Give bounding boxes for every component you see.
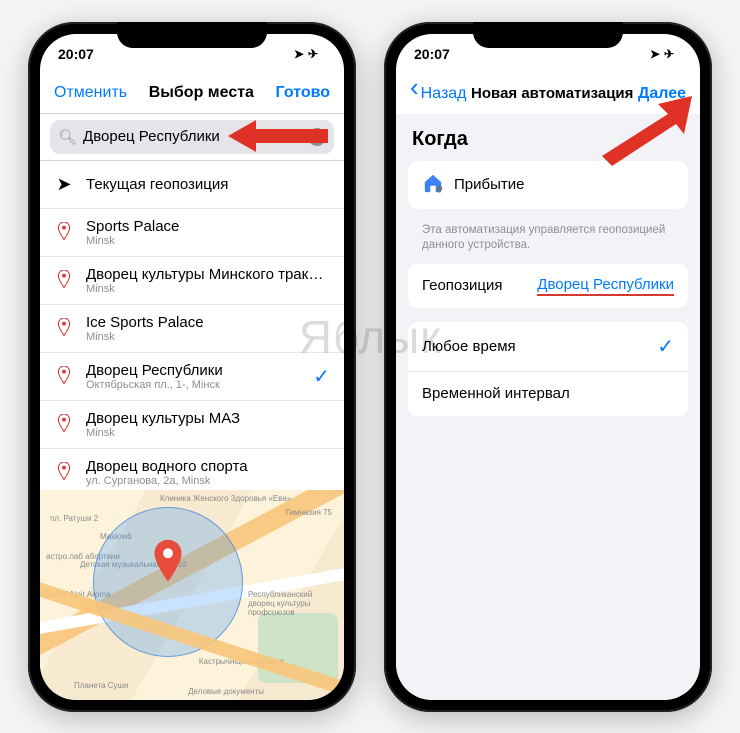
geoposition-label: Геопозиция <box>422 277 502 294</box>
back-button[interactable]: Назад <box>410 85 467 103</box>
map-label: Деловые документы <box>188 687 264 696</box>
checkmark-icon: ✓ <box>313 364 330 389</box>
location-icon: ➤ <box>650 47 660 61</box>
geoposition-row[interactable]: Геопозиция Дворец Республики <box>408 264 688 308</box>
pin-icon <box>54 462 74 482</box>
chevron-left-icon <box>410 85 419 103</box>
list-item[interactable]: Дворец водного спорта ул. Сурганова, 2а,… <box>40 449 344 490</box>
pin-icon <box>54 222 74 242</box>
result-subtitle: ул. Сурганова, 2а, Minsk <box>86 475 330 487</box>
list-item[interactable]: Дворец культуры Минского тракторног… Min… <box>40 257 344 305</box>
airplane-icon: ✈︎ <box>308 47 318 61</box>
next-button[interactable]: Далее <box>638 85 686 103</box>
result-subtitle: Minsk <box>86 331 330 343</box>
pin-icon <box>54 318 74 338</box>
arrival-card: Прибытие <box>408 161 688 209</box>
status-icons: ➤ ✈︎ <box>294 47 326 61</box>
result-title: Ice Sports Palace <box>86 314 330 331</box>
arrival-row[interactable]: Прибытие <box>408 161 688 209</box>
arrival-label: Прибытие <box>454 176 524 193</box>
nav-bar: Назад Новая автоматизация Далее <box>396 74 700 114</box>
arrival-footnote: Эта автоматизация управляется геопозицие… <box>396 223 700 264</box>
when-heading: Когда <box>396 114 700 161</box>
result-title: Дворец водного спорта <box>86 458 330 475</box>
search-icon: 🔍︎ <box>58 128 77 146</box>
search-input[interactable] <box>83 128 302 145</box>
map-pin-icon <box>153 540 183 587</box>
pin-icon <box>54 366 74 386</box>
map-label: Планета Суши <box>74 681 128 690</box>
map-preview[interactable]: Клиника Женского Здоровья «Ева» пл. Рату… <box>40 490 344 700</box>
result-subtitle: Minsk <box>86 427 330 439</box>
screen-right: 20:07 ➤ ✈︎ Назад Новая автомат <box>396 34 700 700</box>
result-subtitle: Октябрьская пл., 1-, Мінск <box>86 379 301 391</box>
phone-right: 20:07 ➤ ✈︎ Назад Новая автомат <box>384 22 712 712</box>
checkmark-icon: ✓ <box>657 334 674 359</box>
map-label: Клиника Женского Здоровья «Ева» <box>160 494 291 503</box>
time-range-label: Временной интервал <box>422 385 570 402</box>
geoposition-value: Дворец Республики <box>537 276 674 296</box>
current-location-row[interactable]: ➤ Текущая геопозиция <box>40 161 344 209</box>
cancel-button[interactable]: Отменить <box>54 84 127 102</box>
list-item[interactable]: Ice Sports Palace Minsk <box>40 305 344 353</box>
nav-title: Новая автоматизация <box>471 85 633 102</box>
current-location-label: Текущая геопозиция <box>86 176 330 193</box>
time-range-row[interactable]: Временной интервал <box>408 372 688 416</box>
done-button[interactable]: Готово <box>276 84 330 102</box>
notch <box>117 22 267 48</box>
status-icons: ➤ ✈︎ <box>650 47 682 61</box>
result-subtitle: Minsk <box>86 235 330 247</box>
airplane-icon: ✈︎ <box>664 47 674 61</box>
any-time-label: Любое время <box>422 338 516 355</box>
status-time: 20:07 <box>58 46 94 62</box>
location-arrow-icon: ➤ <box>54 174 74 194</box>
pin-icon <box>54 414 74 434</box>
screen-left: 20:07 ➤ ✈︎ Отменить Выбор места Готово <box>40 34 344 700</box>
content-area: Когда Прибытие Эта автоматизация управля… <box>396 114 700 700</box>
location-icon: ➤ <box>294 47 304 61</box>
list-item-selected[interactable]: Дворец Республики Октябрьская пл., 1-, М… <box>40 353 344 401</box>
list-item[interactable]: Sports Palace Minsk <box>40 209 344 257</box>
result-title: Дворец Республики <box>86 362 301 379</box>
search-container: 🔍︎ ✕ <box>40 114 344 161</box>
phone-left: 20:07 ➤ ✈︎ Отменить Выбор места Готово <box>28 22 356 712</box>
time-card: Любое время ✓ Временной интервал <box>408 322 688 416</box>
result-subtitle: Minsk <box>86 283 330 295</box>
any-time-row[interactable]: Любое время ✓ <box>408 322 688 372</box>
status-time: 20:07 <box>414 46 450 62</box>
result-title: Sports Palace <box>86 218 330 235</box>
map-label: Кастрычніцкая плошча <box>199 657 284 666</box>
nav-bar: Отменить Выбор места Готово <box>40 74 344 114</box>
map-label: Республиканский дворец культуры профсоюз… <box>248 590 338 617</box>
arrival-home-icon <box>422 173 444 197</box>
result-title: Дворец культуры Минского тракторног… <box>86 266 330 283</box>
nav-title: Выбор места <box>149 84 254 102</box>
map-label: Гимназия 75 <box>286 508 332 517</box>
result-title: Дворец культуры МАЗ <box>86 410 330 427</box>
pin-icon <box>54 270 74 290</box>
results-list: ➤ Текущая геопозиция Sports Palace Minsk… <box>40 161 344 490</box>
notch <box>473 22 623 48</box>
clear-icon[interactable]: ✕ <box>308 128 326 146</box>
back-label: Назад <box>421 85 467 103</box>
list-item[interactable]: Дворец культуры МАЗ Minsk <box>40 401 344 449</box>
search-field[interactable]: 🔍︎ ✕ <box>50 120 334 154</box>
map-label: пл. Ратуши 2 <box>50 514 98 523</box>
geoposition-card: Геопозиция Дворец Республики <box>408 264 688 308</box>
